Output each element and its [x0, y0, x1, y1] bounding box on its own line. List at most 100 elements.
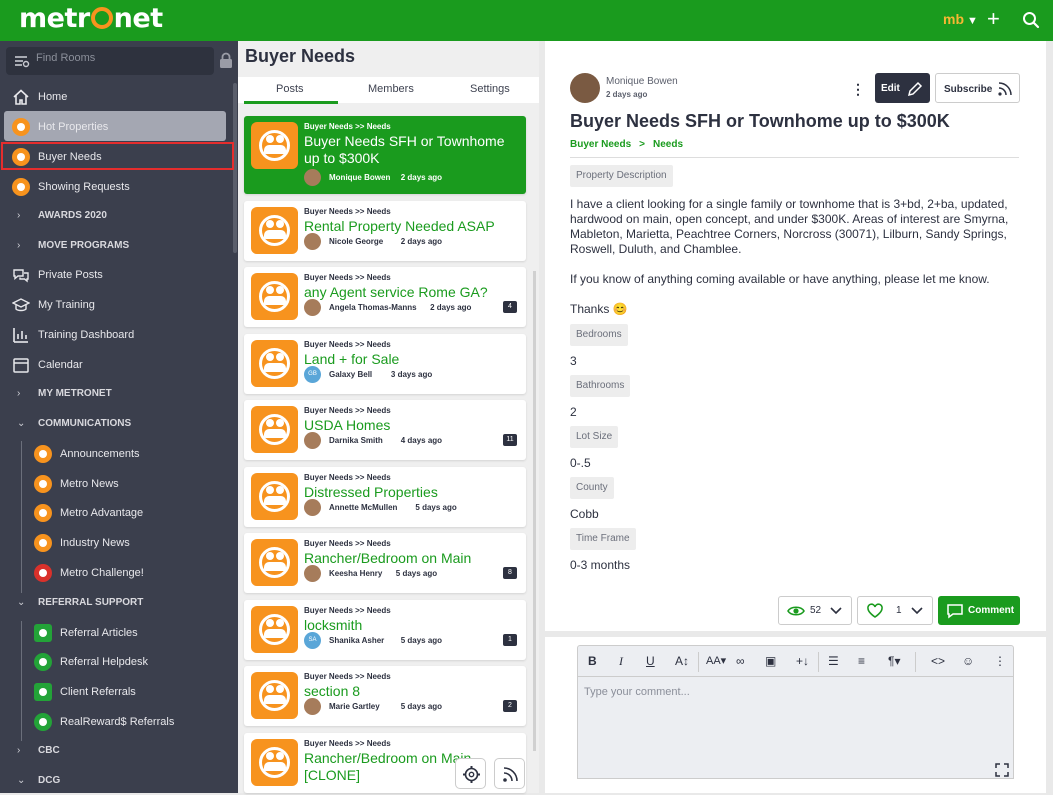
- edit-button[interactable]: Edit: [875, 73, 930, 103]
- tab-members[interactable]: Members: [368, 83, 414, 95]
- post-card[interactable]: Buyer Needs >> Needs any Agent service Ro…: [244, 267, 526, 327]
- author-avatar[interactable]: [304, 299, 321, 316]
- bold-button[interactable]: B: [588, 654, 597, 668]
- sidebar-item-announcements[interactable]: Announcements: [0, 440, 232, 468]
- subscribe-button[interactable]: Subscribe: [935, 73, 1020, 103]
- post-author[interactable]: Keesha Henry: [329, 569, 382, 578]
- image-icon[interactable]: ▣: [765, 654, 776, 668]
- code-icon[interactable]: <>: [931, 654, 945, 668]
- sidebar-item-hot-properties[interactable]: Hot Properties: [0, 113, 232, 141]
- post-title[interactable]: Rancher/Bedroom on Main: [304, 550, 509, 567]
- post-card[interactable]: Buyer Needs >> Needs Distressed Propertie…: [244, 467, 526, 527]
- metronet-logo[interactable]: metr net: [19, 3, 163, 34]
- italic-button[interactable]: I: [619, 654, 623, 669]
- sidebar-item-referral-helpdesk[interactable]: Referral Helpdesk: [0, 648, 232, 676]
- author-avatar[interactable]: GB: [304, 366, 321, 383]
- post-title[interactable]: section 8: [304, 683, 509, 700]
- post-title[interactable]: Rental Property Needed ASAP: [304, 218, 509, 235]
- post-card[interactable]: Buyer Needs >> Needs Land + for Sale GB Gal…: [244, 334, 526, 394]
- sidebar-item-metro-news[interactable]: Metro News: [0, 470, 232, 498]
- breadcrumb-room-link[interactable]: Buyer Needs: [570, 139, 631, 150]
- sidebar-item-calendar[interactable]: Calendar: [0, 351, 232, 379]
- rss-button[interactable]: [494, 758, 525, 789]
- settings-button[interactable]: [455, 758, 486, 789]
- emoji-icon[interactable]: ☺: [962, 654, 974, 668]
- author-name[interactable]: Monique Bowen: [606, 76, 678, 87]
- search-icon[interactable]: [1022, 11, 1040, 34]
- post-author[interactable]: Monique Bowen: [329, 173, 390, 182]
- sidebar-group-cbc[interactable]: › CBC: [0, 737, 232, 765]
- post-card[interactable]: Buyer Needs >> Needs Rental Property Need…: [244, 201, 526, 261]
- post-author[interactable]: Galaxy Bell: [329, 370, 372, 379]
- post-title[interactable]: Land + for Sale: [304, 351, 509, 368]
- tab-settings[interactable]: Settings: [470, 83, 510, 95]
- add-button[interactable]: +: [987, 6, 1000, 32]
- author-avatar[interactable]: [304, 432, 321, 449]
- paragraph-icon[interactable]: ¶▾: [888, 654, 900, 668]
- text-size-button[interactable]: A↕: [675, 654, 689, 668]
- font-style-button[interactable]: AA▾: [706, 654, 726, 667]
- author-avatar[interactable]: [304, 565, 321, 582]
- tab-posts[interactable]: Posts: [276, 83, 304, 95]
- sidebar-group-referral-support[interactable]: ⌄ REFERRAL SUPPORT: [0, 589, 232, 617]
- post-author[interactable]: Shanika Asher: [329, 636, 384, 645]
- post-title[interactable]: Distressed Properties: [304, 484, 509, 501]
- sidebar-item-training-dashboard[interactable]: Training Dashboard: [0, 321, 232, 349]
- sidebar-item-metro-challenge[interactable]: Metro Challenge!: [0, 559, 232, 587]
- author-avatar[interactable]: SA: [304, 632, 321, 649]
- ordered-list-icon[interactable]: ☰: [828, 654, 839, 668]
- post-title[interactable]: any Agent service Rome GA?: [304, 284, 509, 301]
- find-rooms-field[interactable]: [6, 47, 214, 75]
- sidebar-item-buyer-needs[interactable]: Buyer Needs: [0, 143, 232, 171]
- underline-button[interactable]: U: [646, 654, 655, 668]
- comment-input[interactable]: Type your comment...: [577, 676, 1014, 779]
- post-author[interactable]: Angela Thomas-Manns: [329, 303, 417, 312]
- sidebar-item-showing-requests[interactable]: Showing Requests: [0, 173, 232, 201]
- find-rooms-input[interactable]: [36, 52, 206, 64]
- post-author[interactable]: Darnika Smith: [329, 436, 383, 445]
- author-avatar[interactable]: [570, 73, 600, 103]
- sidebar-item-realrewards-referrals[interactable]: RealReward$ Referrals: [0, 708, 232, 736]
- post-title[interactable]: locksmith: [304, 617, 509, 634]
- user-menu[interactable]: mb ▼: [943, 11, 978, 27]
- sidebar-item-home[interactable]: Home: [0, 83, 232, 111]
- sidebar-item-my-training[interactable]: My Training: [0, 291, 232, 319]
- sidebar-group-dcg[interactable]: ⌄ DCG: [0, 767, 232, 795]
- sidebar-item-metro-advantage[interactable]: Metro Advantage: [0, 499, 232, 527]
- fullscreen-icon[interactable]: [995, 763, 1009, 777]
- author-avatar[interactable]: [304, 233, 321, 250]
- post-author[interactable]: Annette McMullen: [329, 503, 397, 512]
- more-options-icon[interactable]: ⋮: [851, 81, 865, 98]
- sidebar-item-private-posts[interactable]: Private Posts: [0, 261, 232, 289]
- sidebar-group-awards-2020[interactable]: › AWARDS 2020: [0, 202, 232, 230]
- post-title[interactable]: USDA Homes: [304, 417, 509, 434]
- post-card[interactable]: Buyer Needs >> Needs Buyer Needs SFH or T…: [244, 116, 526, 194]
- comment-button[interactable]: Comment: [938, 596, 1020, 625]
- post-card[interactable]: Buyer Needs >> Needs locksmith SA Shanika A…: [244, 600, 526, 660]
- post-title[interactable]: Buyer Needs SFH or Townhome up to $300K: [304, 133, 509, 167]
- more-vertical-icon[interactable]: ⋮: [994, 654, 1006, 668]
- author-avatar[interactable]: [304, 169, 321, 186]
- post-author[interactable]: Nicole George: [329, 237, 383, 246]
- like-button[interactable]: 1: [857, 596, 933, 625]
- insert-more-icon[interactable]: +↓: [796, 654, 809, 668]
- post-card[interactable]: Buyer Needs >> Needs Rancher/Bedroom on M…: [244, 533, 526, 593]
- sidebar-item-referral-articles[interactable]: Referral Articles: [0, 619, 232, 647]
- sidebar-item-industry-news[interactable]: Industry News: [0, 529, 232, 557]
- link-icon[interactable]: ∞: [736, 654, 745, 668]
- sidebar-group-communications[interactable]: ⌄ COMMUNICATIONS: [0, 410, 232, 438]
- sidebar-group-my-metronet[interactable]: › MY METRONET: [0, 380, 232, 408]
- views-button[interactable]: 52: [778, 596, 852, 625]
- post-card[interactable]: Buyer Needs >> Needs USDA Homes Darnika Sm…: [244, 400, 526, 460]
- sidebar-item-client-referrals[interactable]: Client Referrals: [0, 678, 232, 706]
- breadcrumb-category-link[interactable]: Needs: [653, 139, 683, 150]
- author-avatar[interactable]: [304, 499, 321, 516]
- post-author[interactable]: Marie Gartley: [329, 702, 380, 711]
- post-list-scrollbar[interactable]: [533, 271, 536, 751]
- lock-icon[interactable]: [219, 52, 233, 73]
- sidebar-group-move-programs[interactable]: › MOVE PROGRAMS: [0, 232, 232, 260]
- post-time: 2 days ago: [430, 303, 472, 312]
- post-card[interactable]: Buyer Needs >> Needs section 8 Marie Gartl…: [244, 666, 526, 726]
- author-avatar[interactable]: [304, 698, 321, 715]
- bullet-list-icon[interactable]: ≡: [858, 654, 865, 668]
